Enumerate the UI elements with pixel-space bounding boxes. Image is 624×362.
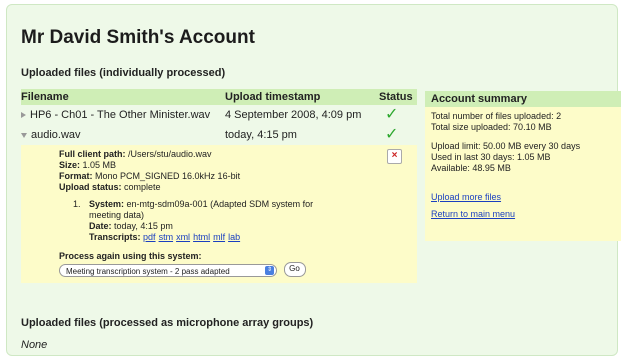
row-timestamp: today, 4:15 pm — [225, 129, 297, 141]
summary-total-files: Total number of files uploaded: 2 — [431, 111, 562, 121]
summary-upload-limit: Upload limit: 50.00 MB every 30 days — [431, 141, 581, 151]
group-files-value: None — [21, 339, 48, 351]
close-icon[interactable]: × — [387, 149, 402, 164]
summary-available: Available: 48.95 MB — [431, 163, 511, 173]
summary-heading: Account summary — [425, 91, 621, 107]
table-row[interactable]: HP6 - Ch01 - The Other Minister.wav 4 Se… — [21, 105, 417, 125]
go-button[interactable]: Go — [283, 262, 306, 277]
row-filename[interactable]: audio.wav — [21, 129, 81, 141]
transcript-xml-link[interactable]: xml — [176, 232, 190, 242]
summary-used: Used in last 30 days: 1.05 MB — [431, 152, 551, 162]
expand-arrow-icon[interactable] — [21, 112, 26, 119]
table-row[interactable]: audio.wav today, 4:15 pm ✓ — [21, 125, 417, 145]
col-status: Status — [379, 91, 413, 103]
transcript-mlf-link[interactable]: mlf — [213, 232, 225, 242]
file-detail-panel: × Full client path: /Users/stu/audio.wav… — [21, 145, 417, 283]
detail-size: Size: 1.05 MB — [59, 160, 117, 170]
system-entry: 1. System: en-mtg-sdm09a-001 (Adapted SD… — [73, 199, 314, 242]
account-panel: Mr David Smith's Account Uploaded files … — [6, 4, 621, 356]
process-again-label: Process again using this system: — [59, 251, 202, 261]
row-filename[interactable]: HP6 - Ch01 - The Other Minister.wav — [21, 109, 210, 121]
row-timestamp: 4 September 2008, 4:09 pm — [225, 109, 362, 121]
transcript-html-link[interactable]: html — [193, 232, 210, 242]
system-select[interactable]: Meeting transcription system - 2 pass ad… — [59, 264, 277, 277]
transcript-pdf-link[interactable]: pdf — [143, 232, 156, 242]
return-main-link[interactable]: Return to main menu — [431, 209, 615, 220]
detail-format: Format: Mono PCM_SIGNED 16.0kHz 16-bit — [59, 171, 241, 181]
files-table-header: Filename Upload timestamp Status — [21, 89, 417, 105]
collapse-arrow-icon[interactable] — [21, 132, 27, 138]
col-timestamp: Upload timestamp — [225, 91, 321, 103]
select-arrows-icon: ⇕ — [265, 266, 274, 275]
col-filename: Filename — [21, 91, 69, 103]
upload-more-link[interactable]: Upload more files — [431, 192, 615, 203]
detail-path: Full client path: /Users/stu/audio.wav — [59, 149, 212, 159]
transcript-stm-link[interactable]: stm — [159, 232, 174, 242]
individual-files-heading: Uploaded files (individually processed) — [21, 67, 226, 79]
checkmark-icon: ✓ — [385, 126, 399, 143]
files-table: Filename Upload timestamp Status HP6 - C… — [21, 89, 417, 283]
group-files-heading: Uploaded files (processed as microphone … — [21, 317, 314, 329]
account-summary: Account summary Total number of files up… — [425, 91, 621, 241]
summary-total-size: Total size uploaded: 70.10 MB — [431, 122, 552, 132]
detail-upload-status: Upload status: complete — [59, 182, 161, 192]
page-title: Mr David Smith's Account — [21, 27, 255, 48]
transcript-lab-link[interactable]: lab — [228, 232, 240, 242]
checkmark-icon: ✓ — [385, 106, 399, 123]
